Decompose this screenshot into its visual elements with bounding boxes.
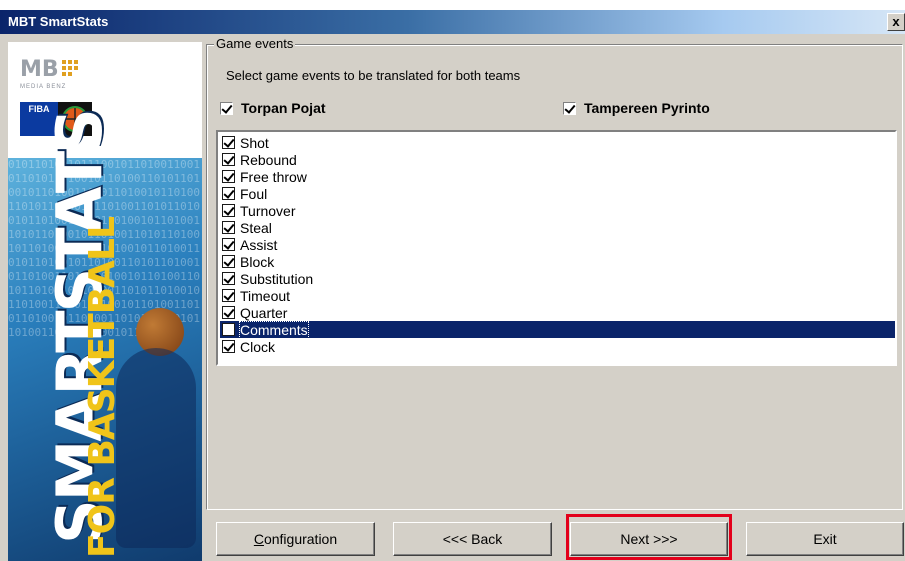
checkbox-checked-icon[interactable] (222, 204, 235, 217)
list-item-shot[interactable]: Shot (220, 134, 895, 151)
media-benz-subtitle: MEDIA BENZ (20, 84, 67, 90)
event-label: Timeout (240, 287, 291, 304)
back-button[interactable]: <<< Back (393, 522, 552, 556)
list-item-turnover[interactable]: Turnover (220, 202, 895, 219)
media-benz-logo: MB (20, 57, 78, 80)
event-label: Assist (240, 236, 278, 253)
checkbox-checked-icon[interactable] (222, 306, 235, 319)
team-name-away: Tampereen Pyrinto (584, 100, 710, 116)
event-label: Free throw (240, 168, 307, 185)
svg-text:MB: MB (20, 57, 59, 80)
checkbox-checked-icon[interactable] (222, 340, 235, 353)
list-item-comments[interactable]: Comments (220, 320, 895, 339)
list-item-foul[interactable]: Foul (220, 185, 895, 202)
list-item-timeout[interactable]: Timeout (220, 287, 895, 304)
checkbox-checked-icon[interactable] (222, 153, 235, 166)
checkbox-checked-icon[interactable] (222, 272, 235, 285)
configuration-mnemonic: C (253, 531, 264, 547)
list-item-rebound[interactable]: Rebound (220, 151, 895, 168)
main-window: MB MEDIA BENZ FIBA 010110100101110010110… (0, 34, 905, 561)
event-label: Turnover (240, 202, 296, 219)
close-button[interactable]: x (887, 13, 905, 31)
checkbox-checked-icon[interactable] (220, 101, 233, 115)
team-checkbox-away[interactable]: Tampereen Pyrinto (563, 100, 710, 116)
event-label: Foul (240, 185, 268, 202)
exit-button[interactable]: Exit (746, 522, 904, 556)
exit-label: Exit (813, 531, 837, 547)
event-label: Quarter (240, 304, 288, 321)
list-item-free-throw[interactable]: Free throw (220, 168, 895, 185)
window-title: MBT SmartStats (8, 14, 109, 29)
list-item-quarter[interactable]: Quarter (220, 304, 895, 321)
event-label: Rebound (240, 151, 297, 168)
event-label: Shot (240, 134, 269, 151)
list-item-substitution[interactable]: Substitution (220, 270, 895, 287)
product-banner: MB MEDIA BENZ FIBA 010110100101110010110… (8, 42, 202, 561)
event-label: Clock (240, 338, 276, 355)
title-bar[interactable]: MBT SmartStats x (0, 10, 905, 34)
group-legend: Game events (214, 36, 296, 51)
back-label: <<< Back (442, 531, 503, 547)
checkbox-checked-icon[interactable] (222, 221, 235, 234)
instruction-text: Select game events to be translated for … (226, 68, 521, 83)
checkbox-unchecked-icon[interactable] (222, 323, 235, 336)
next-button-highlight (566, 514, 732, 560)
checkbox-checked-icon[interactable] (222, 289, 235, 302)
team-name-home: Torpan Pojat (241, 100, 326, 116)
checkbox-checked-icon[interactable] (222, 170, 235, 183)
event-label: Substitution (240, 270, 314, 287)
checkbox-checked-icon[interactable] (222, 238, 235, 251)
event-label: Steal (240, 219, 272, 236)
team-checkbox-home[interactable]: Torpan Pojat (220, 100, 326, 116)
checkbox-checked-icon[interactable] (563, 101, 576, 115)
for-basketball-wordmark: FOR BASKETBALL (82, 217, 123, 558)
list-item-steal[interactable]: Steal (220, 219, 895, 236)
event-label: Block (240, 253, 275, 270)
checkbox-checked-icon[interactable] (222, 187, 235, 200)
checkbox-checked-icon[interactable] (222, 255, 235, 268)
list-item-assist[interactable]: Assist (220, 236, 895, 253)
player-silhouette (116, 348, 196, 548)
list-item-clock[interactable]: Clock (220, 338, 895, 355)
configuration-label: onfiguration (263, 531, 338, 547)
close-icon: x (892, 14, 900, 29)
configuration-button[interactable]: Configuration (216, 522, 375, 556)
events-listbox[interactable]: Shot Rebound Free throw Foul Turnover St… (216, 130, 897, 366)
checkbox-checked-icon[interactable] (222, 136, 235, 149)
event-label: Comments (239, 320, 309, 339)
list-item-block[interactable]: Block (220, 253, 895, 270)
